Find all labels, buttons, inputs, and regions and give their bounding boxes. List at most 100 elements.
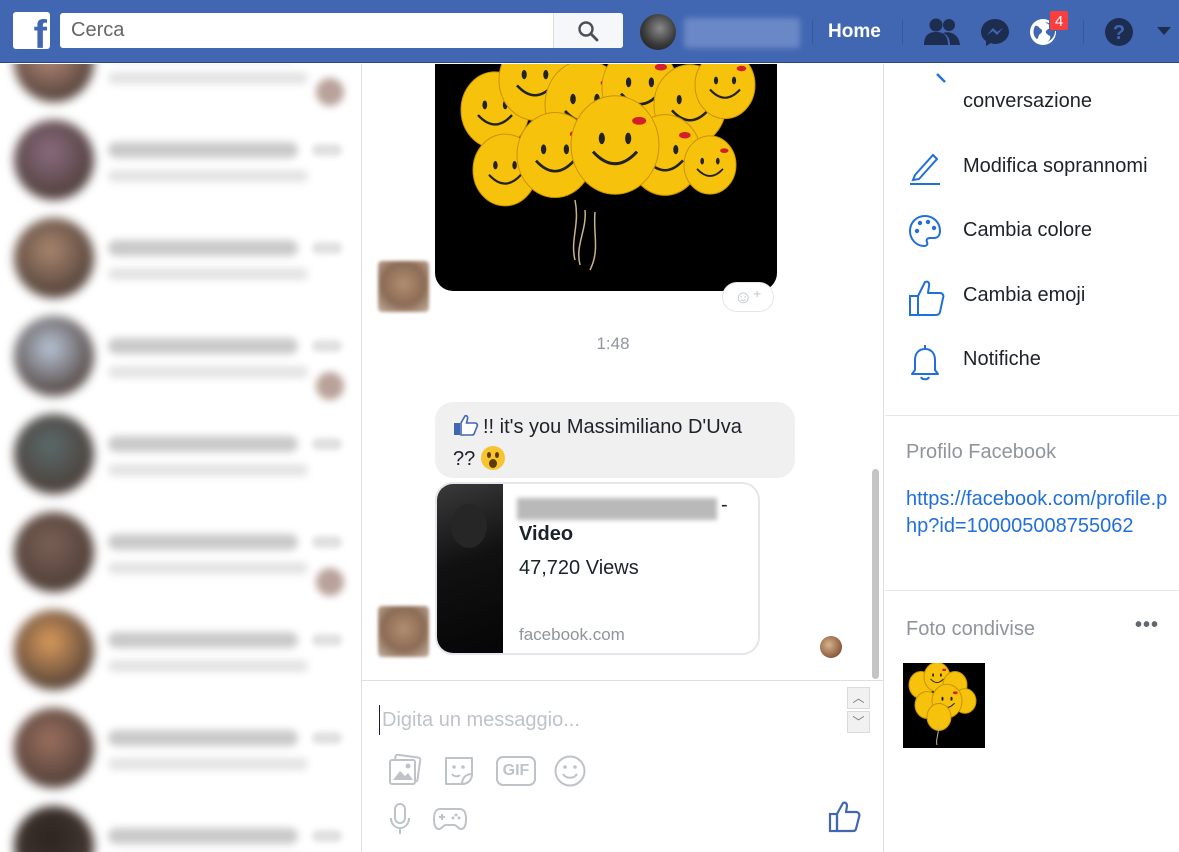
profile-avatar[interactable] <box>640 14 676 50</box>
microphone-icon[interactable] <box>389 802 411 836</box>
contact-avatar <box>14 512 94 592</box>
message-time-blurred <box>312 438 342 450</box>
option-label: conversazione <box>963 90 1092 112</box>
profile-url-link[interactable]: https://facebook.com/profile.php?id=1000… <box>906 486 1168 540</box>
message-time-blurred <box>312 242 342 254</box>
photo-icon[interactable] <box>388 754 422 786</box>
balloon <box>683 135 737 195</box>
conversation-list-item[interactable] <box>0 502 361 598</box>
conversation-list-item[interactable] <box>0 306 361 402</box>
contact-name-blurred <box>108 534 298 550</box>
seen-avatar-blurred <box>316 372 344 400</box>
change-emoji-option[interactable]: Cambia emoji <box>885 270 1179 320</box>
contact-avatar <box>14 708 94 788</box>
scroll-down-button[interactable]: ﹀ <box>847 711 870 733</box>
shared-photos-title: Foto condivise <box>906 618 1035 640</box>
contact-name-blurred <box>108 436 298 452</box>
shared-link-card[interactable]: - Video 47,720 Views facebook.com <box>435 482 760 655</box>
profile-name-blurred[interactable] <box>684 18 800 48</box>
add-reaction-button[interactable]: ☺⁺ <box>722 282 774 312</box>
section-divider <box>885 415 1179 416</box>
game-controller-icon[interactable] <box>432 806 468 832</box>
like-send-icon[interactable] <box>828 800 862 834</box>
message-time-blurred <box>312 732 342 744</box>
seen-by-avatar <box>820 636 842 658</box>
sender-avatar[interactable] <box>378 261 429 312</box>
scroll-up-button[interactable]: ︿ <box>847 687 870 709</box>
search-box <box>60 13 623 48</box>
help-icon[interactable]: ? <box>1103 17 1135 47</box>
contact-avatar <box>14 120 94 200</box>
message-time-blurred <box>312 340 342 352</box>
conversation-list-item[interactable] <box>0 600 361 696</box>
notifications-badge: 4 <box>1049 10 1069 31</box>
change-color-option[interactable]: Cambia colore <box>885 205 1179 255</box>
search-input[interactable] <box>60 13 552 48</box>
message-preview-blurred <box>108 72 308 84</box>
message-preview-blurred <box>108 758 308 770</box>
palette-icon <box>908 214 942 248</box>
message-bubble: !! it's you Massimiliano D'Uva?? <box>435 402 795 478</box>
contact-name-blurred <box>108 338 298 354</box>
link-views: 47,720 Views <box>519 557 639 579</box>
search-button[interactable] <box>553 13 623 48</box>
contact-avatar <box>14 64 94 102</box>
facebook-logo[interactable]: f <box>13 12 50 55</box>
message-time-blurred <box>312 144 342 156</box>
contact-name-blurred <box>108 828 298 844</box>
message-preview-blurred <box>108 660 308 672</box>
bell-icon <box>911 345 939 381</box>
contact-avatar <box>14 316 94 396</box>
account-menu-chevron-icon[interactable] <box>1156 26 1172 36</box>
option-label: Cambia emoji <box>963 284 1086 306</box>
balloon <box>570 95 660 195</box>
friend-requests-icon[interactable] <box>923 17 961 47</box>
logo-letter: f <box>33 13 47 57</box>
chat-panel: ☺⁺ 1:48 !! it's you Massimiliano D'Uva??… <box>362 64 884 852</box>
more-options-button[interactable]: ••• <box>1135 614 1159 637</box>
gif-button[interactable]: GIF <box>496 756 536 786</box>
sticker-icon[interactable] <box>442 754 476 788</box>
shared-photo-thumbnail[interactable] <box>903 663 985 748</box>
message-preview-blurred <box>108 366 308 378</box>
divider <box>1083 20 1084 44</box>
conversation-list-item[interactable] <box>0 698 361 794</box>
search-in-conversation-option[interactable]: conversazione <box>885 73 1179 126</box>
balloons-illustration <box>460 64 756 271</box>
message-preview-blurred <box>108 464 308 476</box>
message-input[interactable] <box>379 705 839 735</box>
emoji-icon[interactable] <box>553 754 587 788</box>
messenger-icon[interactable] <box>979 17 1011 47</box>
shared-balloons-thumbnail <box>908 663 977 746</box>
link-domain: facebook.com <box>519 625 625 644</box>
option-label: Notifiche <box>963 348 1041 370</box>
link-title-blurred <box>517 498 717 520</box>
message-timestamp: 1:48 <box>596 334 630 353</box>
contact-avatar <box>14 218 94 298</box>
message-preview-blurred <box>108 170 308 182</box>
conversation-details-panel: conversazione Modifica soprannomi Cambia… <box>885 64 1179 852</box>
shared-balloons-image[interactable] <box>435 64 777 291</box>
message-time-blurred <box>312 830 342 842</box>
contact-avatar <box>14 610 94 690</box>
conversation-list-item[interactable] <box>0 208 361 304</box>
conversation-list-item[interactable] <box>0 110 361 206</box>
link-title: Video <box>519 523 574 545</box>
pencil-icon <box>910 153 940 185</box>
notifications-option[interactable]: Notifiche <box>885 334 1179 384</box>
message-time-blurred <box>312 634 342 646</box>
conversation-list-item[interactable] <box>0 64 361 108</box>
home-link[interactable]: Home <box>828 21 881 43</box>
seen-avatar-blurred <box>316 78 344 106</box>
edit-nicknames-option[interactable]: Modifica soprannomi <box>885 141 1179 191</box>
contact-name-blurred <box>108 730 298 746</box>
conversation-list-item[interactable] <box>0 796 361 852</box>
section-divider <box>885 590 1179 591</box>
message-text-line2: ?? <box>453 448 476 470</box>
sender-avatar[interactable] <box>378 606 429 657</box>
search-icon <box>578 21 599 42</box>
message-composer: ︿ ﹀ GIF <box>362 680 883 852</box>
conversation-list-item[interactable] <box>0 404 361 500</box>
chat-scrollbar[interactable] <box>872 469 879 679</box>
message-time-blurred <box>312 536 342 548</box>
